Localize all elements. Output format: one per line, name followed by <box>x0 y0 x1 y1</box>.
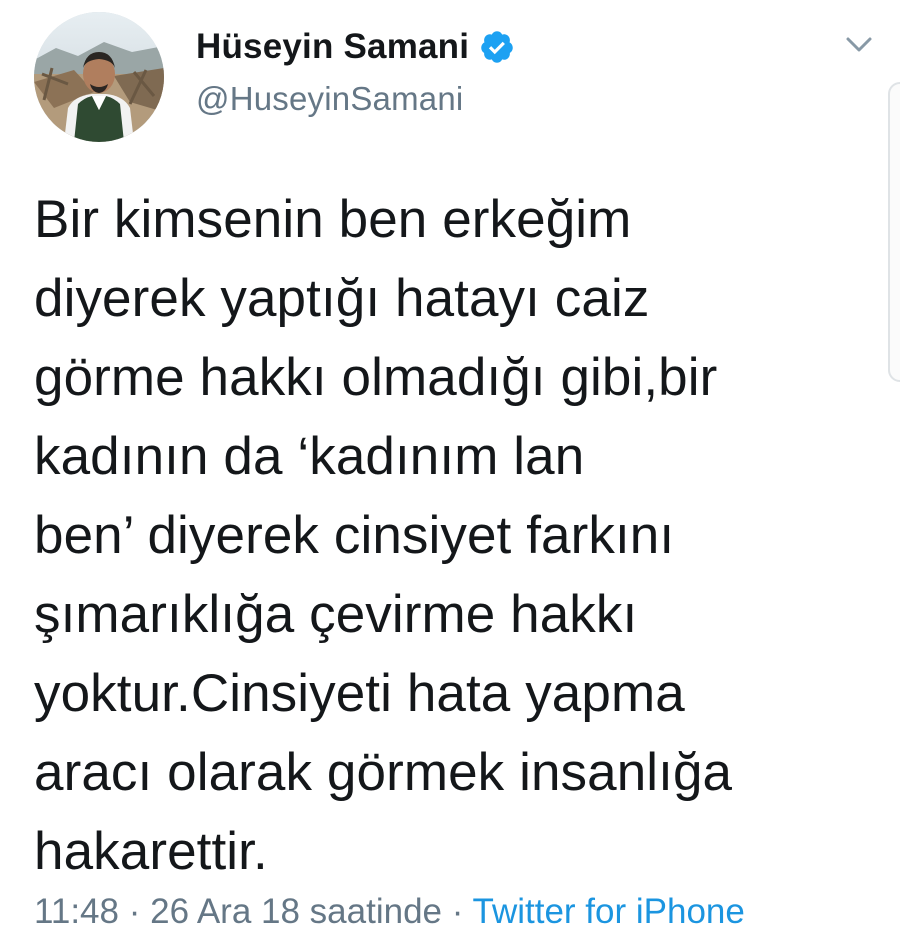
tweet-menu-button[interactable] <box>836 28 882 62</box>
user-handle[interactable]: @HuseyinSamani <box>196 80 515 118</box>
display-name[interactable]: Hüseyin Samani <box>196 27 469 67</box>
name-row: Hüseyin Samani <box>196 22 515 72</box>
tweet-source-link[interactable]: Twitter for iPhone <box>473 892 745 931</box>
avatar-photo <box>34 12 164 142</box>
tweet-text: Bir kimsenin ben erkeğim diyerek yaptığı… <box>34 190 733 881</box>
verified-badge-icon <box>479 29 515 65</box>
meta-separator: · <box>119 892 151 931</box>
tweet-card: Hüseyin Samani @HuseyinSamani Bir kimsen… <box>0 0 900 952</box>
tweet-date[interactable]: 26 Ara 18 saatinde <box>150 892 442 931</box>
scrollbar[interactable] <box>888 82 900 382</box>
tweet-time[interactable]: 11:48 <box>34 892 119 931</box>
meta-separator: · <box>442 892 473 931</box>
tweet-meta: 11:48 · 26 Ara 18 saatinde · Twitter for… <box>34 886 745 938</box>
author-block: Hüseyin Samani @HuseyinSamani <box>196 22 515 118</box>
avatar[interactable] <box>34 12 164 142</box>
chevron-down-icon <box>846 37 872 52</box>
